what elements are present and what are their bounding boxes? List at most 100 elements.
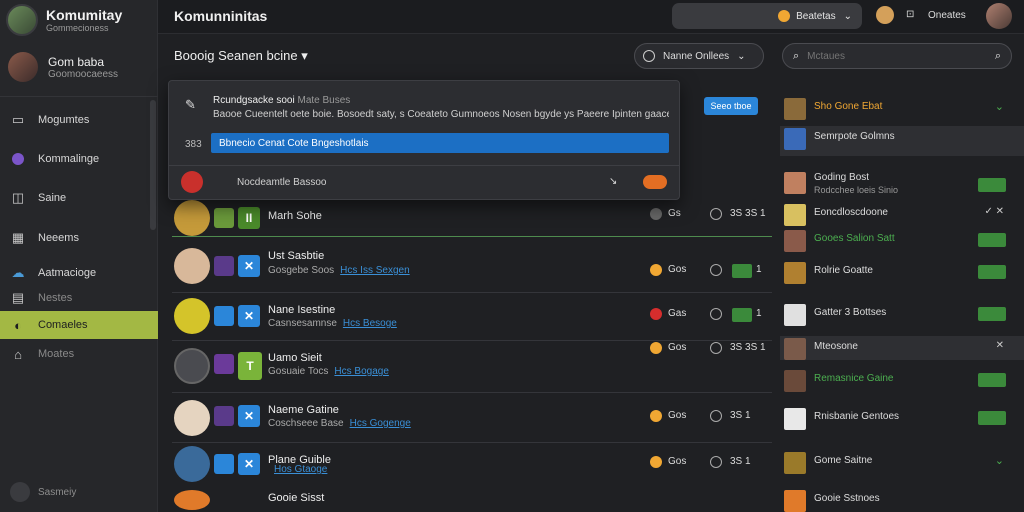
filter-label: Nanne Onllees xyxy=(663,50,730,62)
chevron-down-icon[interactable]: ⌄ xyxy=(995,454,1004,467)
list-item-label: Mteosone xyxy=(814,341,858,352)
app-icon xyxy=(214,406,234,426)
list-item[interactable]: Gooes Salion Satt xyxy=(780,228,1024,252)
row-name: Nane Isestine xyxy=(268,304,336,316)
avatar[interactable] xyxy=(876,6,894,24)
close-icon[interactable]: ✓ ✕ xyxy=(984,206,1004,217)
coin-icon xyxy=(650,456,662,468)
user-menu-label[interactable]: Oneates xyxy=(928,10,966,21)
row-sub-text: Casnsesamnse xyxy=(268,318,337,329)
sidebar-item-mogumtes[interactable]: ▭ Mogumtes xyxy=(0,106,158,134)
list-item[interactable]: Sho Gone Ebat ⌄ xyxy=(780,96,1024,120)
clock-icon xyxy=(710,208,722,220)
row-link[interactable]: Hcs Besoge xyxy=(343,318,397,329)
settings-footer[interactable]: Sasmeiy xyxy=(10,482,76,502)
row-link[interactable]: Hcs Iss Sexgen xyxy=(340,265,409,276)
avatar xyxy=(174,446,210,482)
status-badge[interactable] xyxy=(978,307,1006,321)
user-subtitle: Goomoocaeess xyxy=(48,68,119,80)
list-item[interactable]: Eoncdloscdoone ✓ ✕ xyxy=(780,202,1024,226)
sidebar-item-moates[interactable]: ⌂ Moates xyxy=(0,340,158,368)
search-icon[interactable]: ⌕ xyxy=(995,50,1001,63)
divider xyxy=(0,96,158,97)
status-badge[interactable] xyxy=(978,233,1006,247)
list-item[interactable]: Gome Saitne ⌄ xyxy=(780,450,1024,474)
list-item[interactable]: Gooie Sstnoes xyxy=(780,488,1024,512)
list-item[interactable]: Rolrie Goatte xyxy=(780,260,1024,284)
status-badge[interactable] xyxy=(643,175,667,189)
section-title-label: Boooig Seanen bcine xyxy=(174,48,298,63)
thumbnail xyxy=(784,98,806,120)
row-link[interactable]: Hos Gtaoge xyxy=(274,464,327,475)
row-count: 1 xyxy=(756,308,762,319)
popup-row-label: Nocdeamtle Bassoo xyxy=(237,177,327,188)
community-icon xyxy=(10,151,26,167)
list-item-label: Goding Bost xyxy=(814,172,870,183)
sidebar-item-label: Moates xyxy=(38,348,75,360)
divider xyxy=(172,340,772,341)
sidebar-item-neeems[interactable]: ▦ Neeems xyxy=(0,224,158,252)
thumbnail xyxy=(784,128,806,150)
status-badge[interactable] xyxy=(978,178,1006,192)
list-item[interactable]: Mteosone ✕ xyxy=(780,336,1024,360)
bell-icon[interactable]: ⊡ xyxy=(906,9,914,20)
coin-icon xyxy=(650,410,662,422)
chevron-down-icon[interactable]: ⌄ xyxy=(995,100,1004,113)
avatar xyxy=(174,298,210,334)
status-badge[interactable] xyxy=(978,373,1006,387)
app-icon xyxy=(214,354,234,374)
currency-select[interactable]: Beatetas ⌄ xyxy=(672,3,862,29)
row-link[interactable]: Hcs Bogage xyxy=(334,366,388,377)
status-badge[interactable] xyxy=(978,411,1006,425)
app-icon: ✕ xyxy=(238,255,260,277)
thumbnail xyxy=(784,452,806,474)
divider xyxy=(172,442,772,443)
list-item[interactable]: Goding Bost Rodcchee loeis Sinio xyxy=(780,170,1024,200)
sidebar-item-label: Aatmacioge xyxy=(38,267,97,279)
app-icon: ✕ xyxy=(238,405,260,427)
brand[interactable]: Komumitay Gommecioness xyxy=(6,4,122,36)
status-badge[interactable] xyxy=(732,308,752,322)
app-icon: ✕ xyxy=(238,305,260,327)
thumbnail xyxy=(784,370,806,392)
status-badge[interactable] xyxy=(978,265,1006,279)
sidebar-scrollbar[interactable] xyxy=(150,100,156,230)
row-link[interactable]: Hcs Gogenge xyxy=(350,418,411,429)
sidebar-item-kommalinge[interactable]: Kommalinge xyxy=(0,145,158,173)
list-item[interactable]: Semrpote Golmns xyxy=(780,126,1024,156)
section-title[interactable]: Boooig Seanen bcine ▾ xyxy=(174,48,308,64)
close-icon[interactable]: ✕ xyxy=(996,340,1004,351)
profile-avatar[interactable] xyxy=(986,3,1012,29)
sidebar-item-comaeles[interactable]: ◐ Comaeles xyxy=(0,311,158,339)
list-item-label: Rolrie Goatte xyxy=(814,265,873,276)
footer-label: Sasmeiy xyxy=(38,486,77,498)
edit-popup: ✎ Rcundgsacke sooi Mate Buses Baooe Cuee… xyxy=(168,80,680,200)
primary-button[interactable]: Seeo tboe xyxy=(704,97,758,115)
status-badge[interactable] xyxy=(732,264,752,278)
sidebar-item-nestes[interactable]: ▤ Nestes xyxy=(0,286,158,310)
search-input[interactable] xyxy=(807,50,978,62)
pencil-icon: ✎ xyxy=(185,97,196,112)
list-item[interactable]: Gatter 3 Bottses xyxy=(780,302,1024,326)
list-item[interactable]: Rnisbanie Gentoes xyxy=(780,406,1024,430)
avatar xyxy=(174,248,210,284)
list-item-label: Gatter 3 Bottses xyxy=(814,307,887,318)
list-item[interactable]: Remasnice Gaine xyxy=(780,368,1024,392)
row-time: 3S 3S 1 xyxy=(730,342,766,353)
filter-select[interactable]: Nanne Onllees ⌄ xyxy=(634,43,764,69)
popup-title: Rcundgsacke sooi Mate Buses xyxy=(213,95,350,106)
popup-input[interactable] xyxy=(211,133,669,153)
user-profile[interactable]: Gom baba Goomoocaeess xyxy=(8,52,118,82)
sidebar-item-saine[interactable]: ◫ Saine xyxy=(0,184,158,212)
row-time: 3S 1 xyxy=(730,410,751,421)
user-name: Gom baba xyxy=(48,54,105,69)
divider xyxy=(169,165,679,166)
list-item-label: Gome Saitne xyxy=(814,455,873,466)
arrow-icon[interactable]: ↘ xyxy=(609,176,617,187)
sidebar-item-label: Nestes xyxy=(38,292,73,304)
sidebar-item-aatmacioge[interactable]: ☁ Aatmacioge xyxy=(0,259,158,287)
app-icon: ✕ xyxy=(238,453,260,475)
coin-icon xyxy=(650,208,662,220)
sidebar-item-label: Kommalinge xyxy=(38,153,100,165)
thumbnail xyxy=(784,230,806,252)
